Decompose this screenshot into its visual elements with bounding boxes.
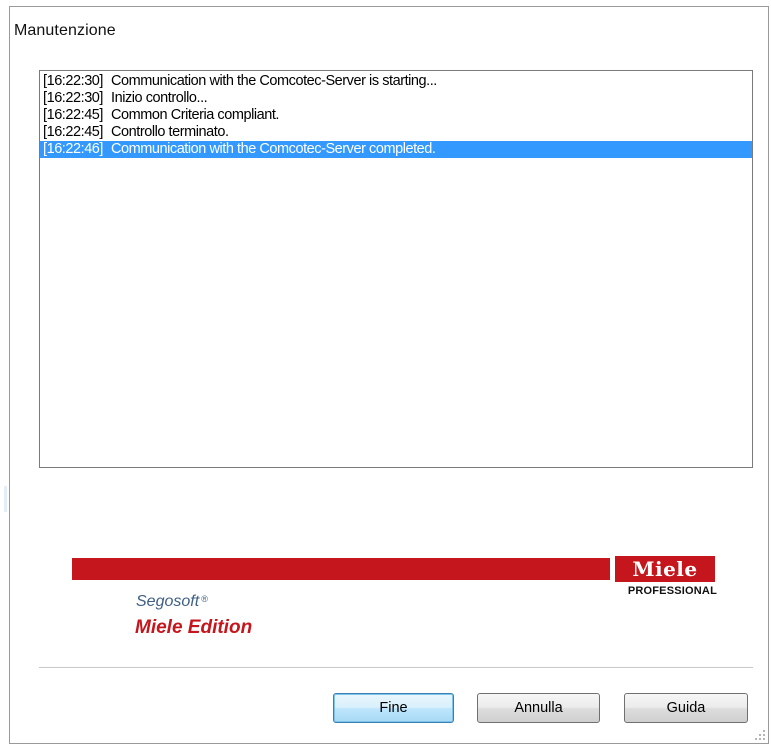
log-listbox[interactable]: [16:22:30] Communication with the Comcote… <box>39 70 753 468</box>
log-row[interactable]: [16:22:30] Communication with the Comcote… <box>40 73 752 90</box>
background-strip <box>0 0 9 749</box>
log-time: [16:22:30] <box>43 73 103 89</box>
log-message: Inizio controllo... <box>111 90 208 106</box>
log-time: [16:22:45] <box>43 107 103 123</box>
log-row-selected[interactable]: [16:22:46] Communication with the Comcote… <box>40 141 752 158</box>
separator <box>39 667 753 668</box>
cancel-button[interactable]: Annulla <box>477 693 600 723</box>
log-time: [16:22:30] <box>43 90 103 106</box>
log-row[interactable]: [16:22:30] Inizio controllo... <box>40 90 752 107</box>
log-time: [16:22:45] <box>43 124 103 140</box>
log-message: Communication with the Comcotec-Server i… <box>111 73 437 89</box>
resize-grip-icon[interactable] <box>754 729 766 741</box>
brand-stripe <box>72 558 610 580</box>
dialog-title: Manutenzione <box>14 22 116 39</box>
log-time: [16:22:46] <box>43 141 103 157</box>
help-button[interactable]: Guida <box>624 693 748 723</box>
log-message: Communication with the Comcotec-Server c… <box>111 141 436 157</box>
finish-button[interactable]: Fine <box>333 693 454 723</box>
maintenance-dialog: Manutenzione [16:22:30] Communication wit… <box>9 6 769 744</box>
log-message: Common Criteria compliant. <box>111 107 279 123</box>
log-row[interactable]: [16:22:45] Controllo terminato. <box>40 124 752 141</box>
miele-logo: Miele <box>615 556 715 582</box>
background-fragment <box>4 486 7 512</box>
registered-mark: ® <box>201 594 208 604</box>
product-name: Segosoft ® <box>136 593 208 611</box>
product-name-text: Segosoft <box>136 593 200 610</box>
product-edition: Miele Edition <box>135 617 253 638</box>
log-message: Controllo terminato. <box>111 124 229 140</box>
miele-logo-subtitle: PROFESSIONAL <box>627 585 717 597</box>
log-row[interactable]: [16:22:45] Common Criteria compliant. <box>40 107 752 124</box>
